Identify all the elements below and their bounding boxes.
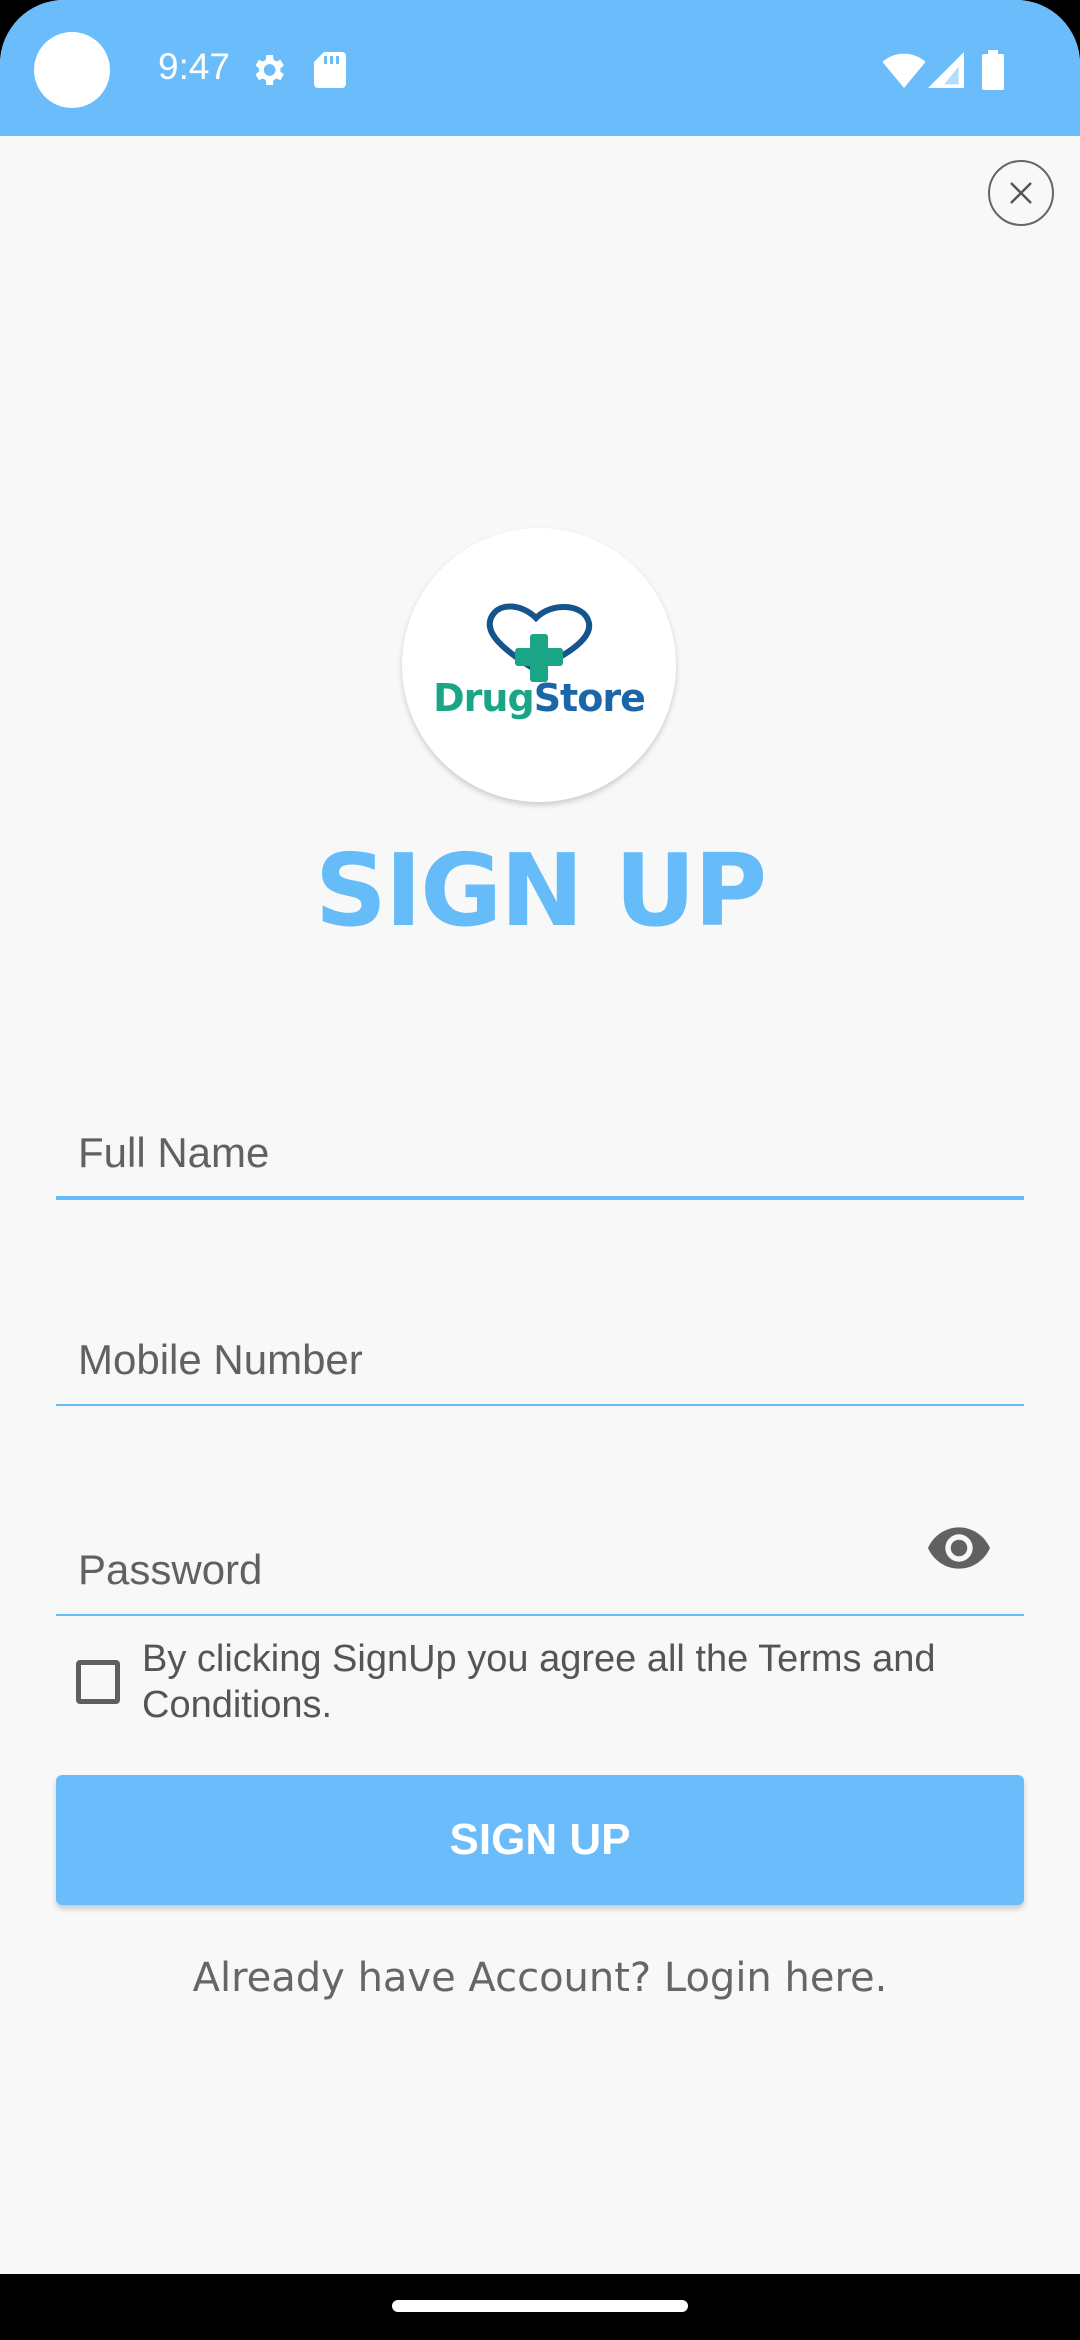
sign-up-button[interactable]: SIGN UP (56, 1775, 1024, 1905)
battery-icon (982, 50, 1004, 95)
eye-icon (928, 1527, 990, 1569)
settings-icon (248, 50, 288, 95)
terms-checkbox[interactable] (76, 1660, 120, 1704)
toggle-password-visibility-button[interactable] (928, 1520, 990, 1576)
login-link[interactable]: Already have Account? Login here. (0, 1955, 1080, 2001)
logo-wordmark: DrugStore (402, 676, 676, 720)
logo-text-drug: Drug (433, 676, 535, 720)
sd-card-icon (314, 52, 346, 93)
cell-signal-icon (928, 52, 964, 93)
status-bar: 9:47 (0, 0, 1080, 136)
close-icon (1010, 182, 1032, 204)
logo-text-store: Store (533, 676, 646, 720)
terms-label: By clicking SignUp you agree all the Ter… (142, 1638, 936, 1726)
password-input[interactable] (56, 1540, 1024, 1616)
mobile-number-input[interactable] (56, 1330, 1024, 1406)
status-time: 9:47 (158, 46, 231, 87)
wifi-icon (882, 52, 926, 93)
signup-screen: 9:47 DrugStore SIGN UP Full Name Mobile … (0, 0, 1080, 2340)
camera-cutout (34, 32, 110, 108)
app-logo: DrugStore (402, 528, 676, 802)
page-title: SIGN UP (314, 832, 767, 949)
full-name-input[interactable] (56, 1124, 1024, 1200)
close-button[interactable] (988, 160, 1054, 226)
heart-cross-icon (486, 603, 593, 682)
home-gesture-bar[interactable] (392, 2300, 688, 2312)
